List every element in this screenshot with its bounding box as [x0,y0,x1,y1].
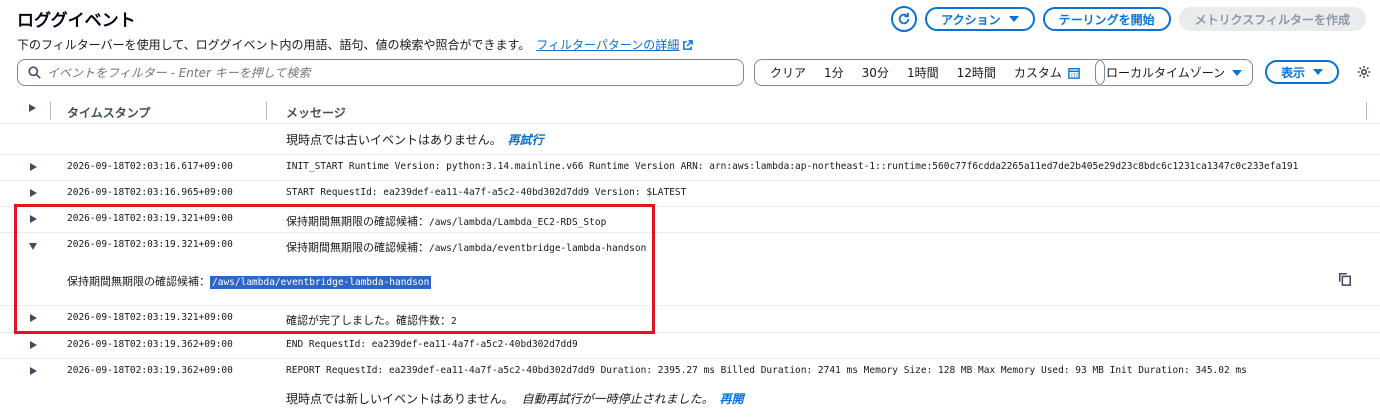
search-icon [28,66,41,79]
event-message: REPORT RequestId: ea239def-ea11-4a7f-a5c… [286,365,1247,376]
resume-link[interactable]: 再開 [720,392,744,406]
log-event-row[interactable]: 2026-09-18T02:03:19.362+09:00 END Reques… [0,332,1380,358]
event-timestamp: 2026-09-18T02:03:19.321+09:00 [67,239,233,250]
timezone-value: ローカルタイムゾーン [1106,66,1226,80]
time-option-custom[interactable]: カスタム [1005,64,1080,81]
no-newer-events-notice: 現時点では新しいイベントはありません。 自動再試行が一時停止されました。 再開 [286,390,744,407]
description-text: 下のフィルターバーを使用して、ロググイベント内の用語、語句、値の検索や照合ができ… [17,38,531,52]
expand-row-icon[interactable] [30,314,37,322]
event-timestamp: 2026-09-18T02:03:16.965+09:00 [67,187,233,198]
selected-text[interactable]: /aws/lambda/eventbridge-lambda-handson [210,276,432,289]
event-message-path: /aws/lambda/Lambda_EC2-RDS_Stop [429,217,607,228]
log-event-row[interactable]: 2026-09-18T02:03:19.321+09:00 保持期間無期限の確認… [0,206,1380,232]
log-event-row[interactable]: 2026-09-18T02:03:19.321+09:00 確認が完了しました。… [0,305,1380,331]
column-divider[interactable] [50,102,51,120]
log-event-row[interactable]: 2026-09-18T02:03:16.965+09:00 START Requ… [0,180,1380,206]
time-option-12h[interactable]: 12時間 [948,64,1005,81]
event-message: INIT_START Runtime Version: python:3.14.… [286,161,1299,172]
timezone-select[interactable]: ローカルタイムゾーン [1095,59,1253,86]
log-event-row-expanded[interactable]: 2026-09-18T02:03:19.321+09:00 保持期間無期限の確認… [0,232,1380,258]
page-title: ロググイベント [17,11,136,31]
log-event-row[interactable]: 2026-09-18T02:03:16.617+09:00 INIT_START… [0,154,1380,180]
time-option-1m[interactable]: 1分 [815,64,853,81]
display-label: 表示 [1281,65,1306,80]
event-message-path: /aws/lambda/eventbridge-lambda-handson [429,243,647,254]
column-header-timestamp[interactable]: タイムスタンプ [67,104,150,121]
event-message-jp: 確認が完了しました。確認件数： [286,314,451,327]
actions-dropdown-button[interactable]: アクション [925,7,1035,31]
search-box[interactable] [17,59,744,86]
display-dropdown-button[interactable]: 表示 [1265,60,1340,84]
auto-retry-paused-text: 自動再試行が一時停止されました。 [521,392,714,406]
event-message-jp: 保持期間無期限の確認候補： [286,215,429,228]
expanded-detail-line: 保持期間無期限の確認候補：/aws/lambda/eventbridge-lam… [67,273,432,289]
event-message: 保持期間無期限の確認候補：/aws/lambda/eventbridge-lam… [286,239,646,255]
gear-icon[interactable] [1357,65,1371,79]
table-header: タイムスタンプ メッセージ [0,98,1380,124]
column-header-message[interactable]: メッセージ [286,104,346,121]
event-message-count: 2 [451,316,457,327]
expand-row-icon[interactable] [30,163,37,171]
create-metric-filter-button[interactable]: メトリクスフィルターを作成 [1178,7,1366,31]
no-older-events-text: 現時点では古いイベントはありません。 [286,133,502,147]
time-option-1h[interactable]: 1時間 [898,64,948,81]
log-event-row[interactable]: 2026-09-18T02:03:19.362+09:00 REPORT Req… [0,358,1380,384]
column-divider[interactable] [266,102,267,120]
event-message: END RequestId: ea239def-ea11-4a7f-a5c2-4… [286,339,578,350]
event-timestamp: 2026-09-18T02:03:19.362+09:00 [67,339,233,350]
event-filter-input[interactable] [47,65,707,80]
time-option-30m[interactable]: 30分 [853,64,898,81]
expand-all-icon[interactable] [29,104,36,112]
time-range-selector: クリア 1分 30分 1時間 12時間 カスタム [754,59,1105,86]
event-message-jp: 保持期間無期限の確認候補： [286,241,429,254]
create-metric-filter-label: メトリクスフィルターを作成 [1194,12,1350,27]
page-description: 下のフィルターバーを使用して、ロググイベント内の用語、語句、値の検索や照合ができ… [17,36,694,53]
event-message: 確認が完了しました。確認件数：2 [286,312,457,328]
external-link-icon [683,40,694,50]
expanded-detail-label: 保持期間無期限の確認候補： [67,275,210,288]
event-timestamp: 2026-09-18T02:03:19.362+09:00 [67,365,233,376]
filter-pattern-link-label: フィルターパターンの詳細 [536,38,680,52]
event-timestamp: 2026-09-18T02:03:16.617+09:00 [67,161,233,172]
event-timestamp: 2026-09-18T02:03:19.321+09:00 [67,312,233,323]
start-tailing-button[interactable]: テーリングを開始 [1042,7,1171,31]
collapse-row-icon[interactable] [29,243,37,250]
calendar-icon [1068,67,1080,79]
header-actions: アクション テーリングを開始 メトリクスフィルターを作成 [891,6,1366,32]
no-older-events-notice: 現時点では古いイベントはありません。 再試行 [286,131,544,148]
column-divider[interactable] [1366,102,1367,120]
filter-bar: クリア 1分 30分 1時間 12時間 カスタム ローカルタイムゾーン 表示 [17,59,1379,87]
time-option-clear[interactable]: クリア [761,64,815,81]
chevron-down-icon [1313,69,1324,75]
refresh-button[interactable] [891,6,918,32]
event-message: START RequestId: ea239def-ea11-4a7f-a5c2… [286,187,687,198]
chevron-down-icon [1008,16,1019,22]
refresh-icon [898,12,910,25]
expanded-event-detail: 保持期間無期限の確認候補：/aws/lambda/eventbridge-lam… [0,258,1380,304]
event-timestamp: 2026-09-18T02:03:19.321+09:00 [67,213,233,224]
no-newer-events-text: 現時点では新しいイベントはありません。 [286,392,514,406]
expand-row-icon[interactable] [30,367,37,375]
expand-row-icon[interactable] [30,341,37,349]
copy-icon[interactable] [1338,272,1352,286]
start-tailing-label: テーリングを開始 [1058,12,1155,27]
expand-row-icon[interactable] [30,215,37,223]
chevron-down-icon [1232,69,1242,76]
retry-link[interactable]: 再試行 [508,133,544,147]
filter-pattern-link[interactable]: フィルターパターンの詳細 [536,38,694,52]
expand-row-icon[interactable] [30,189,37,197]
actions-label: アクション [941,12,1001,27]
custom-label: カスタム [1013,66,1062,80]
event-message: 保持期間無期限の確認候補：/aws/lambda/Lambda_EC2-RDS_… [286,213,606,229]
